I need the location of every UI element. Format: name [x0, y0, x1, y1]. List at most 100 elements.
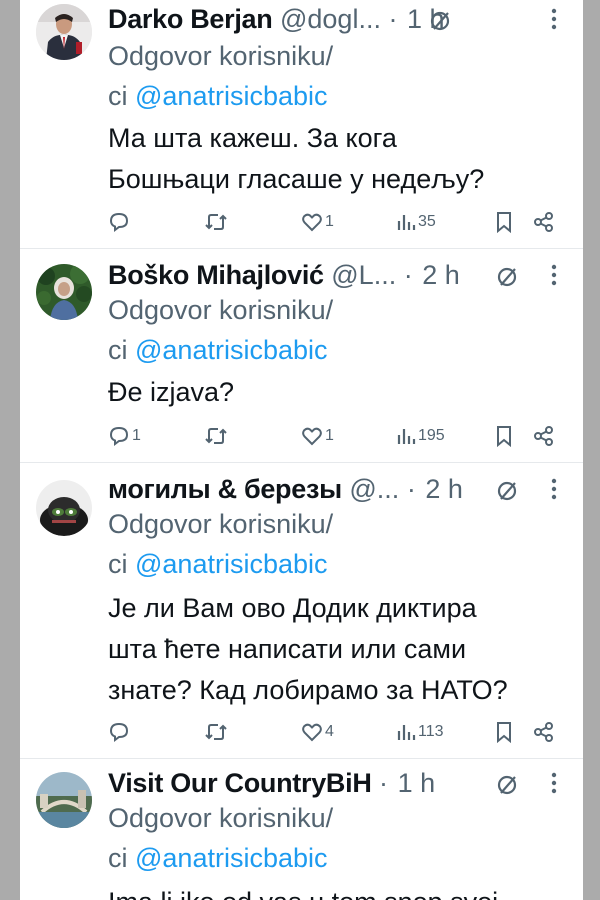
tweet[interactable]: могилы & березы @... · 2 h Odgovor koris… — [20, 462, 583, 759]
reply-mention-prefix: ci — [108, 549, 135, 579]
reply-mention-prefix: ci — [108, 843, 135, 873]
avatar[interactable] — [36, 264, 92, 320]
tweet-header: Darko Berjan @dogl... · 1 h — [108, 4, 583, 38]
tweet-text-line: Ма шта кажеш. За кога — [108, 123, 397, 153]
author-name[interactable]: могилы & березы — [108, 474, 342, 504]
reply-prefix: Odgovor korisniku/ — [108, 803, 334, 833]
avatar-person-in-forest-image — [36, 264, 92, 320]
like-button[interactable]: 1 — [301, 208, 334, 236]
author-name[interactable]: Boško Mihajlović — [108, 260, 324, 290]
retweet-icon — [205, 724, 227, 740]
share-button[interactable] — [533, 208, 555, 236]
more-icon[interactable] — [551, 264, 557, 286]
avatar-man-in-suit-image — [36, 4, 92, 60]
tweet[interactable]: Boško Mihajlović @L... · 2 h Odgovor kor… — [20, 248, 583, 463]
tweet-actions: 1 1 195 — [20, 422, 583, 450]
reply-prefix: Odgovor korisniku/ — [108, 41, 334, 71]
view-count: 113 — [418, 723, 444, 740]
reply-context: Odgovor korisniku/ ci @anatrisicbabic — [108, 36, 333, 116]
grok-icon[interactable] — [429, 10, 451, 32]
views-icon — [397, 725, 416, 740]
retweet-icon — [205, 214, 227, 230]
views-button[interactable]: 35 — [396, 208, 436, 236]
mention-link[interactable]: @anatrisicbabic — [135, 549, 328, 579]
grok-icon[interactable] — [496, 480, 518, 502]
more-icon[interactable] — [551, 478, 557, 500]
share-button[interactable] — [533, 422, 555, 450]
author-handle[interactable]: @L... — [331, 260, 396, 290]
timestamp[interactable]: 1 h — [398, 768, 436, 798]
tweet[interactable]: Visit Our CountryBiH · 1 h Odgovor koris… — [20, 758, 583, 900]
avatar[interactable] — [36, 480, 92, 536]
separator-dot: · — [388, 4, 398, 34]
bookmark-button[interactable] — [494, 208, 514, 236]
views-button[interactable]: 113 — [396, 718, 444, 746]
tweet-text: Đe izjava? — [108, 372, 563, 413]
tweet-text-line: шта ћете написати или сами — [108, 634, 467, 664]
tweet-actions: 4 113 — [20, 718, 583, 746]
separator-dot: · — [379, 768, 389, 798]
view-count: 35 — [418, 213, 436, 230]
timestamp[interactable]: 2 h — [422, 260, 460, 290]
tweet-text-line: Бошњаци гласаше у недељу? — [108, 164, 485, 194]
share-button[interactable] — [533, 718, 555, 746]
like-count: 1 — [325, 213, 334, 230]
bookmark-icon — [497, 426, 511, 447]
heart-icon — [302, 213, 322, 232]
like-button[interactable]: 4 — [301, 718, 334, 746]
tweet-actions: 1 35 — [20, 208, 583, 236]
like-count: 1 — [325, 427, 334, 444]
reply-mention-prefix: ci — [108, 81, 135, 111]
bookmark-icon — [497, 212, 511, 233]
reply-button[interactable] — [108, 208, 132, 236]
separator-dot: · — [403, 260, 413, 290]
tweet-text-line: Đe izjava? — [108, 377, 235, 407]
like-count: 4 — [325, 723, 334, 740]
retweet-button[interactable] — [204, 422, 228, 450]
separator-dot: · — [406, 474, 416, 504]
reply-context: Odgovor korisniku/ ci @anatrisicbabic — [108, 290, 333, 370]
tweet-text: Ima li iko od vas u tom snop svoj — [108, 882, 563, 900]
view-count: 195 — [418, 427, 445, 444]
retweet-button[interactable] — [204, 718, 228, 746]
grok-icon[interactable] — [496, 774, 518, 796]
heart-icon — [302, 427, 322, 446]
tweet-feed: Darko Berjan @dogl... · 1 h Odgovor kori… — [20, 0, 583, 900]
timestamp[interactable]: 2 h — [425, 474, 463, 504]
avatar[interactable] — [36, 772, 92, 828]
mention-link[interactable]: @anatrisicbabic — [135, 335, 328, 365]
bookmark-button[interactable] — [494, 718, 514, 746]
bookmark-button[interactable] — [494, 422, 514, 450]
tweet-text-line: Ima li iko od vas u tom snop svoj — [108, 882, 563, 900]
share-icon — [534, 426, 553, 446]
avatar-pepe-cartoon-image — [36, 480, 92, 536]
tweet-text-line: Је ли Вам ово Додик диктира — [108, 593, 477, 623]
views-icon — [397, 215, 416, 230]
author-name[interactable]: Darko Berjan — [108, 4, 273, 34]
reply-context: Odgovor korisniku/ ci @anatrisicbabic — [108, 798, 333, 878]
retweet-icon — [205, 428, 227, 444]
mention-link[interactable]: @anatrisicbabic — [135, 843, 328, 873]
reply-mention-prefix: ci — [108, 335, 135, 365]
author-handle[interactable]: @dogl... — [280, 4, 381, 34]
share-icon — [534, 212, 553, 232]
tweet[interactable]: Darko Berjan @dogl... · 1 h Odgovor kori… — [20, 0, 583, 249]
like-button[interactable]: 1 — [301, 422, 334, 450]
more-icon[interactable] — [551, 772, 557, 794]
avatar[interactable] — [36, 4, 92, 60]
retweet-button[interactable] — [204, 208, 228, 236]
bookmark-icon — [497, 722, 511, 743]
share-icon — [534, 722, 553, 742]
reply-count: 1 — [132, 427, 141, 444]
avatar-landscape-bridge-image — [36, 772, 92, 828]
author-handle[interactable]: @... — [349, 474, 399, 504]
more-icon[interactable] — [551, 8, 557, 30]
tweet-text-line: знате? Кад лобирамо за НАТО? — [108, 675, 508, 705]
mention-link[interactable]: @anatrisicbabic — [135, 81, 328, 111]
author-name[interactable]: Visit Our CountryBiH — [108, 768, 372, 798]
reply-prefix: Odgovor korisniku/ — [108, 295, 334, 325]
reply-button[interactable] — [108, 718, 132, 746]
views-button[interactable]: 195 — [396, 422, 445, 450]
reply-button[interactable]: 1 — [108, 422, 141, 450]
grok-icon[interactable] — [496, 266, 518, 288]
